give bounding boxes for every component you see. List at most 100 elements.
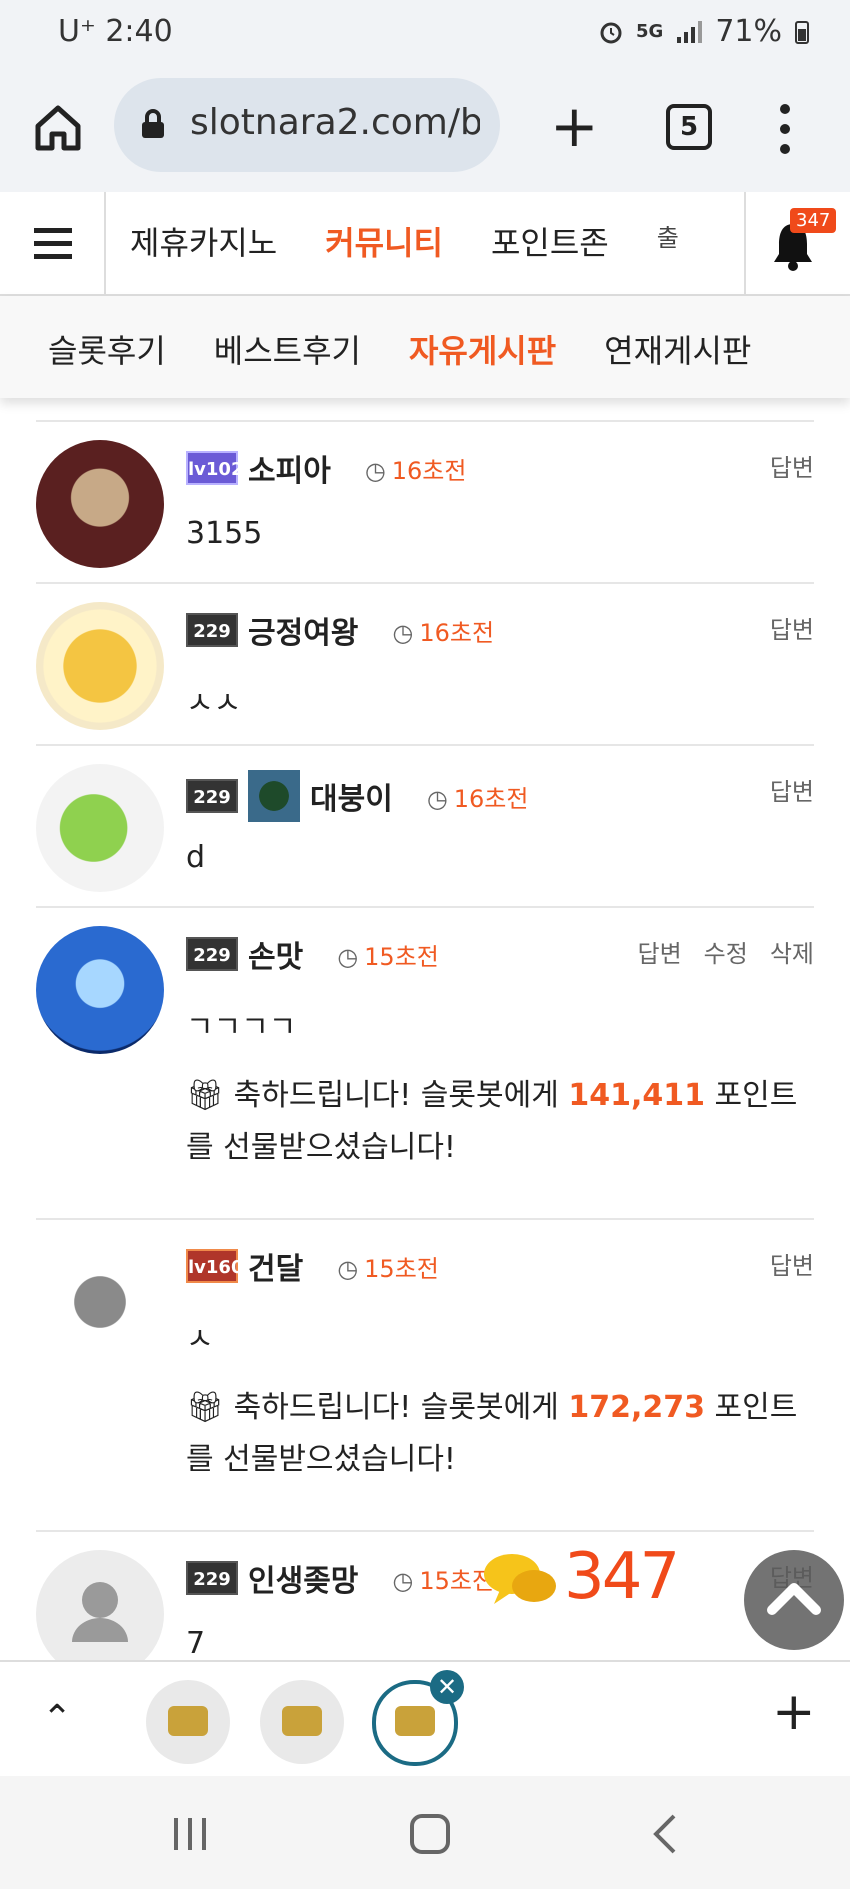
default-user-icon [72,1582,128,1642]
avatar[interactable] [36,1550,164,1660]
comment-header: 229 대붕이 ◷ 16초전 [186,770,528,822]
comment-body: 7 [186,1626,206,1660]
clock-icon: ◷ [364,456,386,485]
battery-percent: 71% [715,14,782,49]
reply-button[interactable]: 답변 [770,610,814,645]
back-icon[interactable] [650,1812,680,1856]
comment-actions: 답변 수정 삭제 [637,934,814,969]
comment-body: ㅅ [186,1322,214,1357]
scroll-top-button[interactable] [744,1550,844,1650]
gift-icon: 🎁︎ [186,1078,225,1113]
comment-header: 229 긍정여왕 ◷ 16초전 [186,608,494,652]
sub-nav: 슬롯후기 베스트후기 자유게시판 연재게시판 [0,296,850,398]
tab-thumbnail[interactable] [146,1680,230,1764]
lock-icon [142,109,164,138]
username[interactable]: 인생좆망 [248,1556,358,1600]
hamburger-icon [34,228,72,233]
gift-message: 🎁︎ 축하드립니다! 슬롯봇에게 141,411 포인트를 선물받으셨습니다! [186,1070,806,1174]
comment-actions: 답변 [770,1246,814,1281]
avatar[interactable] [36,440,164,568]
edit-button[interactable]: 수정 [704,934,748,969]
clock-time: 2:40 [105,14,173,49]
slot-icon [395,1706,435,1736]
carrier-label: U⁺ [58,14,96,49]
avatar[interactable] [36,764,164,892]
slot-icon [168,1706,208,1736]
gift-icon: 🎁︎ [186,1390,225,1425]
plus-icon: + [550,92,599,160]
comment-item: 229 손맛 ◷ 15초전 답변 수정 삭제 ㄱㄱㄱㄱ 🎁︎ 축하드립니다! 슬롯… [36,906,814,1218]
hamburger-button[interactable] [0,192,106,294]
delete-button[interactable]: 삭제 [770,934,814,969]
username[interactable]: 대붕이 [310,774,393,818]
comment-item: lv160 건달 ◷ 15초전 답변 ㅅ 🎁︎ 축하드립니다! 슬롯봇에게 172… [36,1218,814,1530]
subnav-best-reviews[interactable]: 베스트후기 [214,326,361,372]
level-badge: lv160 [186,1249,243,1283]
avatar[interactable] [36,926,164,1054]
comment-body: ㅅㅅ [186,686,242,721]
add-tab-button[interactable]: + [772,1686,816,1738]
time-text: 15초전 [364,1254,439,1283]
floating-comment-counter[interactable]: 347 [480,1536,680,1626]
gift-prefix: 축하드립니다! 슬롯봇에게 [233,1078,569,1113]
timestamp: ◷ 15초전 [337,937,439,972]
username[interactable]: 소피아 [248,446,331,490]
level-badge: 229 [186,613,238,647]
comment-count: 347 [564,1540,680,1614]
comment-actions: 답변 [770,448,814,483]
home-nav-icon[interactable] [408,1812,452,1856]
nav-item-more[interactable]: 출 [657,218,679,264]
timestamp: ◷ 16초전 [392,613,494,648]
gift-message: 🎁︎ 축하드립니다! 슬롯봇에게 172,273 포인트를 선물받으셨습니다! [186,1382,806,1486]
status-bar: U⁺ 2:40 5G 71% [0,0,850,70]
browser-menu-button[interactable] [770,100,800,160]
time-text: 16초전 [419,618,495,647]
nav-item-casino[interactable]: 제휴카지노 [130,218,277,264]
chat-bubbles-icon [484,1554,556,1604]
subnav-free-board[interactable]: 자유게시판 [409,326,556,372]
timestamp: ◷ 16초전 [365,451,467,486]
nav-item-community[interactable]: 커뮤니티 [325,218,443,264]
comment-body: 3155 [186,516,263,551]
reply-button[interactable]: 답변 [770,772,814,807]
status-right: 5G 71% [598,14,810,49]
recent-apps-icon[interactable] [170,1814,210,1854]
subnav-series-board[interactable]: 연재게시판 [604,326,751,372]
main-nav-items: 제휴카지노 커뮤니티 포인트존 출 [130,218,679,264]
clock-icon: ◷ [392,618,414,647]
network-label: 5G [636,21,664,42]
tab-switcher-button[interactable]: 5 [666,104,712,150]
collapse-tabs-button[interactable]: ⌃ [42,1698,72,1739]
menu-dots-icon [770,104,800,154]
user-icon-image [248,770,300,822]
tab-thumbnail[interactable] [260,1680,344,1764]
timestamp: ◷ 16초전 [427,779,529,814]
tab-strip: ⌃ ✕ + [0,1660,850,1780]
home-button[interactable] [30,100,86,156]
new-tab-button[interactable]: + [550,97,599,155]
hamburger-line [34,254,72,259]
comment-header: 229 인생좆망 ◷ 15초전 [186,1556,494,1600]
avatar[interactable] [36,1238,164,1366]
username[interactable]: 긍정여왕 [248,608,358,652]
username[interactable]: 건달 [248,1244,303,1288]
reply-button[interactable]: 답변 [770,1246,814,1281]
reply-button[interactable]: 답변 [770,448,814,483]
avatar[interactable] [36,602,164,730]
username[interactable]: 손맛 [248,932,303,976]
comment-header: lv160 건달 ◷ 15초전 [186,1244,439,1288]
comment-item: 229 인생좆망 ◷15초전 답변 7 [36,1530,814,1660]
comment-header: lv102 소피아 ◷ 16초전 [186,446,466,490]
notification-button[interactable]: 347 [744,192,850,294]
close-tab-icon[interactable]: ✕ [430,1670,464,1704]
home-icon [35,105,81,151]
subnav-slot-reviews[interactable]: 슬롯후기 [48,326,166,372]
tab-thumbnail-active[interactable]: ✕ [372,1670,464,1766]
reply-button[interactable]: 답변 [637,934,681,969]
timestamp: ◷ 15초전 [392,1561,494,1596]
gift-prefix: 축하드립니다! 슬롯봇에게 [233,1390,569,1425]
nav-item-pointzone[interactable]: 포인트존 [491,218,609,264]
address-bar[interactable]: slotnara2.com/bb [114,78,500,172]
comment-item: 229 긍정여왕 ◷ 16초전 답변 ㅅㅅ [36,582,814,744]
comment-feed: lv102 소피아 ◷ 16초전 답변 3155 229 긍정여왕 ◷ 16초전 답… [0,398,850,1660]
